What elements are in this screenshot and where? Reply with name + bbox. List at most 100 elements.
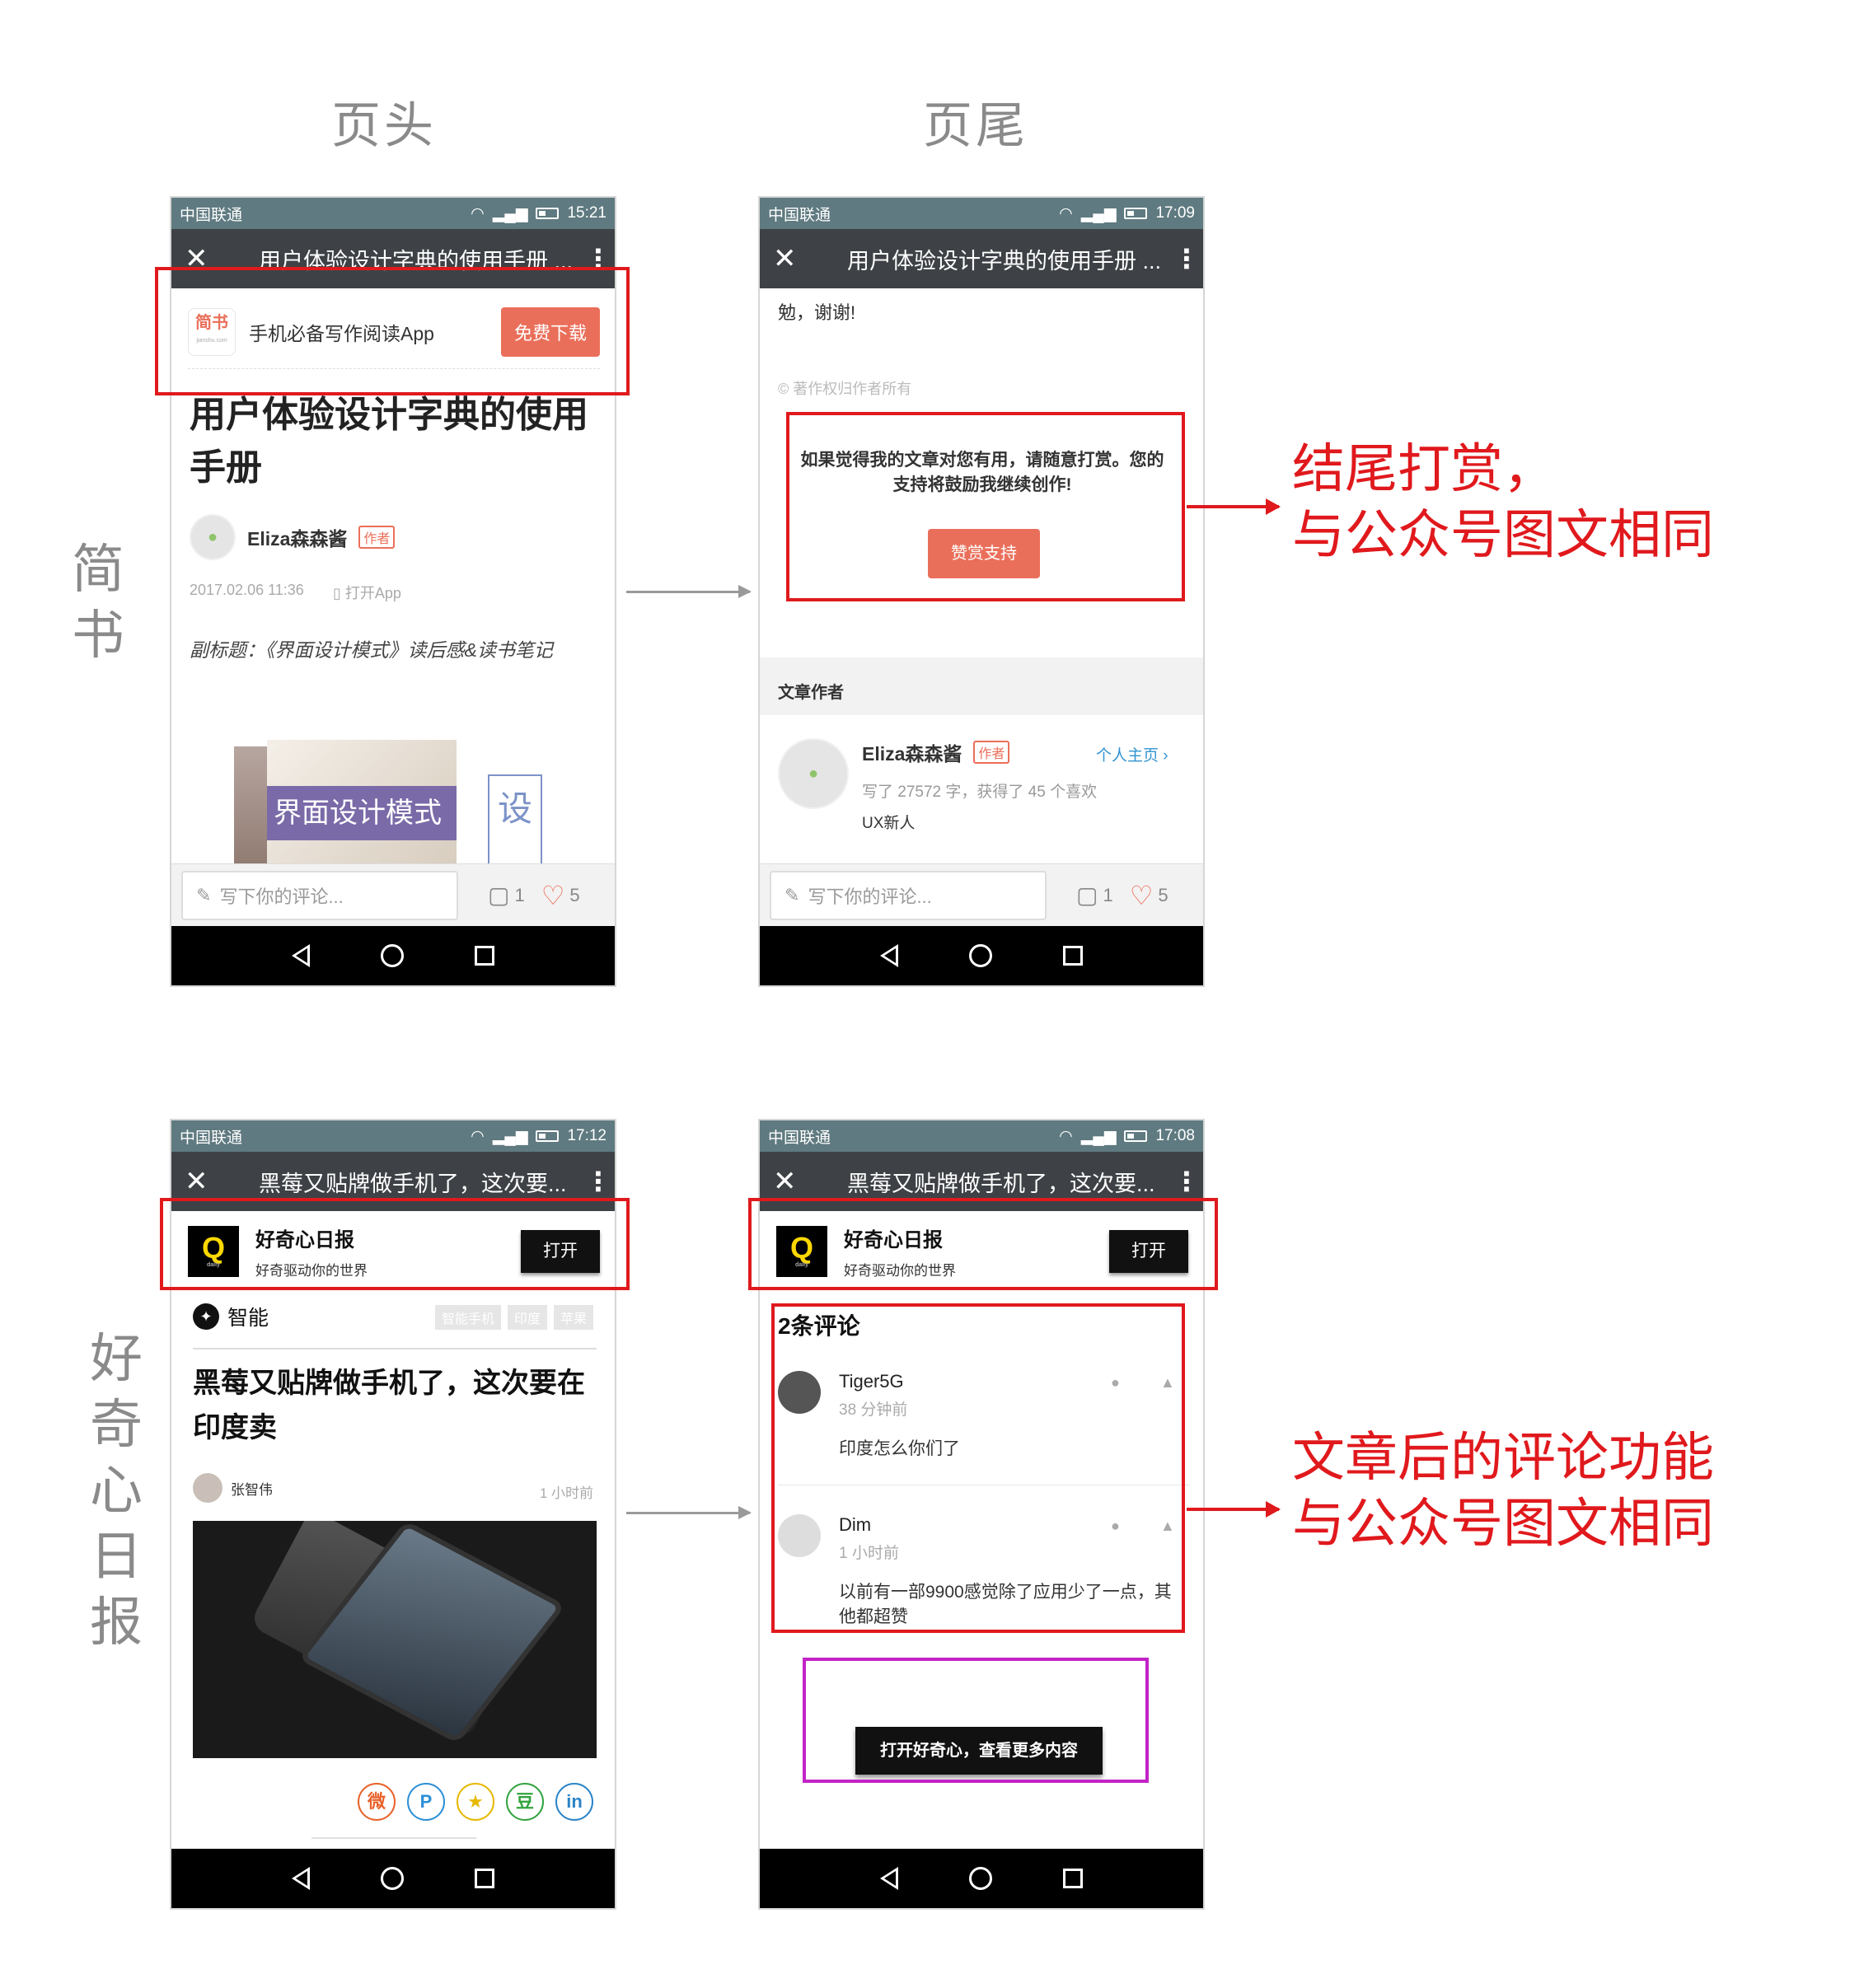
second-book-image: 设	[488, 774, 542, 865]
status-bar: 中国联通 ◠ ▂▄▆ 17:12	[171, 1120, 615, 1152]
comment-bar: ✎ 写下你的评论... ▢ 1 ♡ 5	[760, 863, 1203, 926]
wifi-icon: ◠	[1059, 1127, 1073, 1145]
signal-icon: ▂▄▆	[1080, 204, 1117, 222]
android-nav-bar	[760, 926, 1203, 985]
divider	[311, 1837, 476, 1839]
wifi-icon: ◠	[1059, 204, 1073, 222]
comment-bar: ✎ 写下你的评论... ▢ 1 ♡ 5	[171, 863, 615, 926]
comment-icon: ▢	[488, 882, 510, 908]
page-title: 用户体验设计字典的使用手册 ...	[847, 248, 1162, 274]
status-bar: 中国联通 ◠ ▂▄▆ 17:08	[760, 1120, 1203, 1152]
recent-apps-icon[interactable]	[1063, 1869, 1083, 1888]
back-icon[interactable]	[880, 1867, 898, 1890]
author-avatar[interactable]: ●	[778, 738, 849, 809]
battery-icon	[536, 1130, 560, 1142]
back-icon[interactable]	[292, 1867, 310, 1890]
profile-link[interactable]: 个人主页 ›	[1096, 743, 1169, 765]
home-icon[interactable]	[381, 944, 404, 967]
arrow-gray-2	[626, 1506, 752, 1519]
tag[interactable]: 苹果	[553, 1305, 593, 1330]
author-bio: UX新人	[862, 815, 916, 832]
heart-icon: ♡	[541, 880, 565, 910]
author-row[interactable]: 张智伟	[193, 1473, 273, 1503]
page-title: 黑莓又贴牌做手机了，这次要...	[847, 1171, 1155, 1196]
arrow-gray-1	[626, 585, 752, 598]
header-tail: 页尾	[923, 97, 1028, 155]
more-icon[interactable]: ⋮	[1173, 1166, 1200, 1197]
signal-icon: ▂▄▆	[492, 204, 528, 222]
battery-icon	[536, 208, 560, 219]
douban-icon[interactable]: 豆	[506, 1783, 544, 1821]
arrow-red-2	[1187, 1501, 1281, 1518]
close-icon[interactable]: ✕	[773, 1165, 809, 1198]
highlight-jianshu-banner	[155, 267, 630, 395]
linkedin-icon[interactable]: in	[555, 1783, 593, 1821]
close-icon[interactable]: ✕	[185, 1165, 221, 1198]
battery-icon	[1124, 208, 1148, 219]
star-icon[interactable]: ★	[457, 1783, 494, 1821]
tag[interactable]: 智能手机	[434, 1305, 501, 1330]
label-haoqixin: 好奇心日报	[90, 1329, 143, 1654]
highlight-haoqixin-banner-tail	[748, 1198, 1218, 1290]
pinterest-icon[interactable]: P	[407, 1783, 445, 1821]
author-name[interactable]: Eliza森森酱	[247, 523, 347, 551]
comment-input[interactable]: ✎ 写下你的评论...	[770, 870, 1047, 920]
recent-apps-icon[interactable]	[1063, 946, 1083, 966]
open-app-link[interactable]: ▯ 打开App	[333, 582, 401, 603]
home-icon[interactable]	[969, 1867, 992, 1890]
arrow-red-1	[1187, 498, 1281, 515]
book-cover-image: 界面设计模式	[234, 740, 457, 863]
home-icon[interactable]	[381, 1867, 404, 1890]
author-name[interactable]: Eliza森森酱	[862, 738, 962, 766]
phone-photo	[193, 1521, 597, 1758]
more-icon[interactable]: ⋮	[1173, 243, 1200, 274]
close-icon[interactable]: ✕	[773, 242, 809, 275]
comment-count-button[interactable]: ▢ 1	[1076, 882, 1113, 909]
wifi-icon: ◠	[471, 204, 485, 222]
author-row[interactable]: ● Eliza森森酱 作者	[190, 514, 396, 560]
phone-icon: ▯	[333, 585, 345, 601]
divider	[193, 1348, 597, 1350]
back-icon[interactable]	[292, 944, 310, 967]
bulb-icon: ✦	[193, 1303, 219, 1330]
like-button[interactable]: ♡ 5	[1130, 880, 1169, 911]
weibo-icon[interactable]: 微	[358, 1783, 396, 1821]
recent-apps-icon[interactable]	[475, 1869, 494, 1888]
pen-icon: ✎	[196, 884, 212, 905]
recent-apps-icon[interactable]	[475, 946, 494, 966]
article-title: 用户体验设计字典的使用手册	[190, 395, 588, 488]
android-nav-bar	[171, 926, 615, 985]
battery-icon	[1124, 1130, 1148, 1142]
label-jianshu: 简书	[72, 540, 124, 667]
highlight-haoqixin-banner-head	[160, 1198, 630, 1290]
status-bar: 中国联通 ◠ ▂▄▆ 15:21	[171, 198, 615, 229]
highlight-haoqixin-comments	[771, 1303, 1185, 1633]
signal-icon: ▂▄▆	[1080, 1127, 1117, 1145]
comment-icon: ▢	[1076, 882, 1098, 908]
wifi-icon: ◠	[471, 1127, 485, 1145]
comment-count-button[interactable]: ▢ 1	[488, 882, 525, 909]
section-label: 文章作者	[778, 684, 844, 702]
tag-list: 智能手机 印度 苹果	[434, 1305, 593, 1330]
tag[interactable]: 印度	[507, 1305, 547, 1330]
page-title: 黑莓又贴牌做手机了，这次要...	[259, 1171, 567, 1196]
article-date: 2017.02.06 11:36	[190, 582, 304, 598]
heart-icon: ♡	[1129, 880, 1154, 910]
like-button[interactable]: ♡ 5	[541, 880, 580, 911]
back-icon[interactable]	[880, 944, 898, 967]
home-icon[interactable]	[969, 944, 992, 967]
highlight-haoqixin-more-button	[803, 1658, 1149, 1783]
avatar[interactable]: ●	[190, 514, 236, 560]
article-title: 黑莓又贴牌做手机了，这次要在印度卖	[193, 1368, 585, 1443]
title-bar: ✕ 用户体验设计字典的使用手册 ... ⋮	[760, 229, 1203, 288]
comment-input[interactable]: ✎ 写下你的评论...	[181, 870, 458, 920]
publish-time: 1 小时前	[539, 1485, 593, 1501]
avatar[interactable]	[193, 1473, 222, 1503]
status-bar: 中国联通 ◠ ▂▄▆ 17:09	[760, 198, 1203, 229]
header-head: 页头	[331, 97, 437, 155]
share-bar: 微 P ★ 豆 in	[358, 1783, 593, 1821]
pen-icon: ✎	[784, 884, 800, 905]
author-row[interactable]: Eliza森森酱 作者	[862, 738, 1010, 766]
category[interactable]: ✦ 智能	[193, 1302, 269, 1331]
more-icon[interactable]: ⋮	[585, 1166, 611, 1197]
